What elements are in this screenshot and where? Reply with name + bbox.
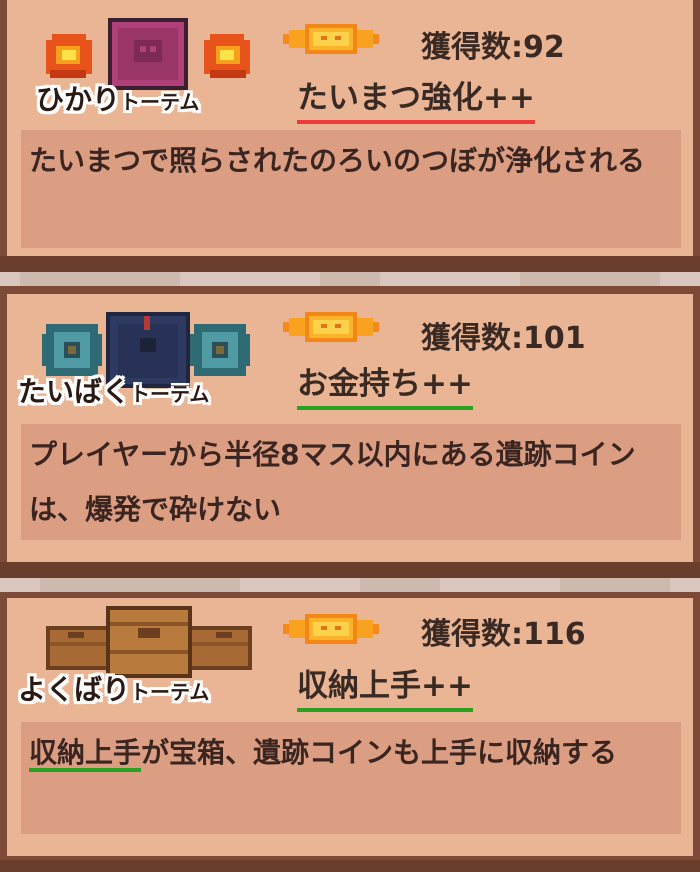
totem-card-blast[interactable]: たいばくトーテム 獲得数:101 お金持ち++ プレイヤーから半径8マス以内にあ… [0,286,700,578]
totem-card-light[interactable]: ひかりトーテム 獲得数:92 たいまつ強化++ たいまつで照らされたのろいのつぼ… [0,0,700,272]
upgrade-underline [297,708,473,712]
description-keyword: 収納上手 [29,725,142,780]
description-box: 収納上手が宝箱、遺跡コインも上手に収納する [21,722,681,834]
acquired-count: 獲得数:101 [421,321,586,356]
upgrade-underline [297,120,535,124]
upgrade-name: お金持ち++ [297,358,473,410]
upgrade-underline [297,406,473,410]
upgrade-name: 収納上手++ [297,660,473,712]
description-box: プレイヤーから半径8マス以内にある遺跡コインは、爆発で砕けない [21,424,681,540]
description-box: たいまつで照らされたのろいのつぼが浄化される [21,130,681,248]
card-separator [0,272,700,286]
wing-emblem-icon [283,24,379,54]
totem-card-greed[interactable]: よくばりトーテム 獲得数:116 収納上手++ 収納上手が宝箱、遺跡コインも上手… [0,592,700,872]
wing-emblem-icon [283,614,379,644]
totem-name: ひかりトーテム [36,83,200,116]
acquired-count: 獲得数:116 [421,617,586,652]
totem-name: よくばりトーテム [18,673,210,706]
card-separator [0,578,700,592]
acquired-count: 獲得数:92 [421,30,565,65]
wing-emblem-icon [283,312,379,342]
upgrade-name: たいまつ強化++ [297,72,535,124]
totem-name: たいばくトーテム [18,375,210,408]
